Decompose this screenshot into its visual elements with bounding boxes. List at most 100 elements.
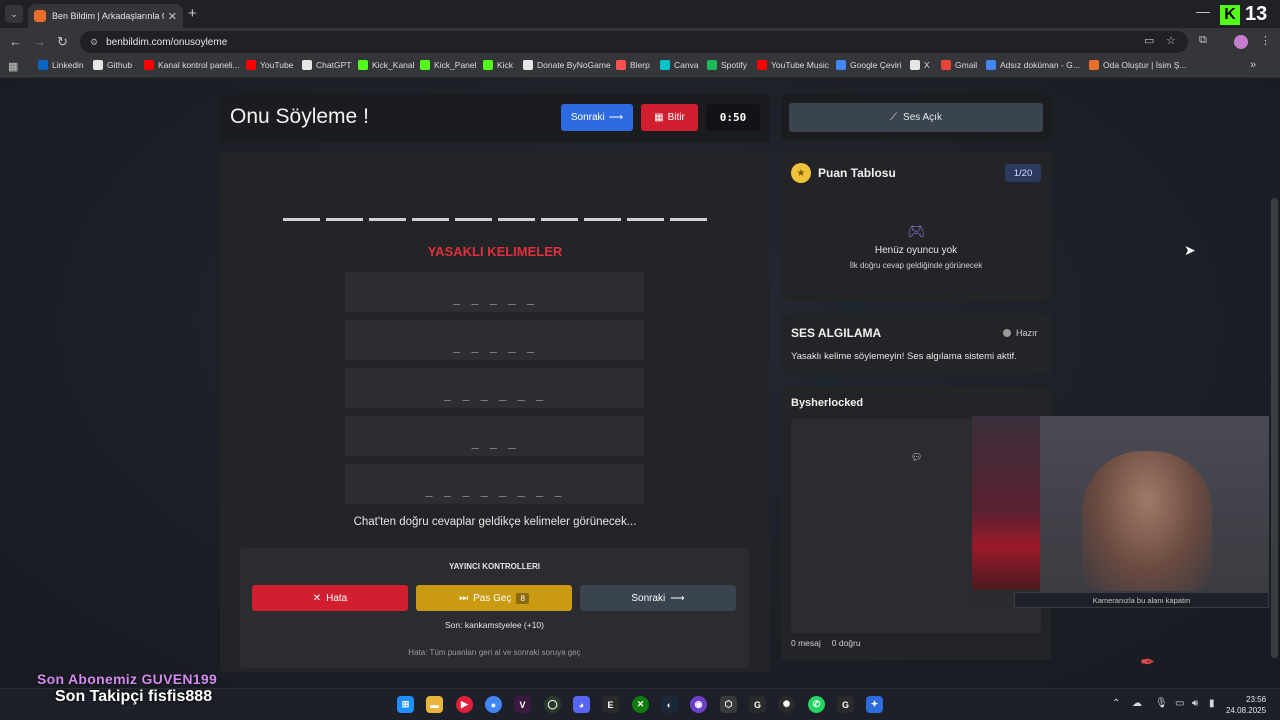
forbidden-word: _ _ _ _ _ bbox=[345, 320, 644, 360]
battery-icon[interactable]: ▮ bbox=[1209, 698, 1215, 709]
extensions-icon[interactable]: ⧉ bbox=[1199, 34, 1207, 47]
back-arrow-icon[interactable]: ← bbox=[9, 34, 22, 49]
bookmark-item[interactable]: Kick bbox=[483, 60, 513, 70]
bookmark-item[interactable]: X bbox=[910, 60, 930, 70]
chrome-icon[interactable]: ● bbox=[485, 696, 502, 713]
bookmark-label: YouTube Music bbox=[771, 60, 829, 70]
windows-start-icon[interactable]: ⊞ bbox=[397, 696, 414, 713]
kick-app-icon-2[interactable]: G bbox=[837, 696, 854, 713]
forbidden-word: _ _ _ bbox=[345, 416, 644, 456]
editor-icon[interactable]: V bbox=[514, 696, 531, 713]
browser-tab-active[interactable]: Ben Bildim | Arkadaşlarınla Onl ✕ bbox=[28, 4, 183, 28]
new-tab-icon[interactable]: + bbox=[188, 5, 197, 22]
bookmark-item[interactable]: Kick_Panel bbox=[420, 60, 477, 70]
bookmark-item[interactable]: YouTube bbox=[246, 60, 293, 70]
forward-arrow-icon[interactable]: → bbox=[33, 34, 46, 49]
bookmark-item[interactable]: Google Çeviri bbox=[836, 60, 902, 70]
kick-icon bbox=[358, 60, 368, 70]
bookmark-item[interactable]: Kanal kontrol paneli... bbox=[144, 60, 240, 70]
whatsapp-icon[interactable]: ✆ bbox=[808, 696, 825, 713]
tab-title: Ben Bildim | Arkadaşlarınla Onl bbox=[52, 11, 164, 21]
error-button[interactable]: ✕ Hata bbox=[252, 585, 408, 611]
taskbar-clock[interactable]: 23:56 24.08.2025 bbox=[1226, 694, 1266, 716]
window-minimize-icon[interactable]: — bbox=[1196, 3, 1210, 19]
last-answer: Son: kankamstyelee (+10) bbox=[445, 620, 544, 630]
controls-next-button[interactable]: Sonraki ⟶ bbox=[580, 585, 736, 611]
blerp-icon bbox=[616, 60, 626, 70]
kick-logo-icon: K bbox=[1220, 4, 1240, 25]
epic-games-icon[interactable]: E bbox=[602, 696, 619, 713]
github-desktop-icon[interactable]: ◉ bbox=[690, 696, 707, 713]
bookmark-item[interactable]: Canva bbox=[660, 60, 699, 70]
skip-icon: ⏭ bbox=[459, 592, 469, 604]
voice-description: Yasaklı kelime söylemeyin! Ses algılama … bbox=[791, 351, 1017, 362]
voice-detection-card: SES ALGILAMA Hazır Yasaklı kelime söylem… bbox=[781, 314, 1051, 374]
game-header: Onu Söyleme ! Sonraki ⟶ ▦ Bitir 0:50 bbox=[220, 94, 770, 142]
media-player-icon[interactable]: ▶ bbox=[456, 696, 473, 713]
kick-app-icon[interactable]: G bbox=[749, 696, 766, 713]
browser-menu-icon[interactable]: ⋮ bbox=[1260, 34, 1271, 47]
reload-icon[interactable]: ↻ bbox=[57, 34, 68, 50]
apps-grid-icon[interactable]: ▦ bbox=[8, 60, 18, 73]
end-button[interactable]: ▦ Bitir bbox=[641, 104, 698, 131]
bynogame-icon bbox=[523, 60, 533, 70]
sound-toggle-button[interactable]: ⟋ Ses Açık bbox=[789, 103, 1043, 132]
bookmark-star-icon[interactable]: ☆ bbox=[1166, 34, 1176, 47]
cube-app-icon[interactable]: ⬡ bbox=[720, 696, 737, 713]
chat-hint: Chat'ten doğru cevaplar geldikçe kelimel… bbox=[353, 516, 637, 528]
close-icon: ✕ bbox=[312, 592, 322, 604]
file-explorer-icon[interactable]: ▬ bbox=[426, 696, 443, 713]
microphone-icon[interactable]: 🎙︎ bbox=[1155, 698, 1168, 709]
volume-icon[interactable]: 🔊︎ bbox=[1192, 698, 1198, 709]
network-icon[interactable]: ▭ bbox=[1175, 698, 1184, 709]
bookmark-label: YouTube bbox=[260, 60, 294, 70]
bookmark-item[interactable]: Linkedin bbox=[38, 60, 84, 70]
sound-card: ⟋ Ses Açık bbox=[781, 94, 1051, 140]
tab-close-icon[interactable]: ✕ bbox=[168, 10, 177, 23]
tab-search-icon[interactable]: ⌄ bbox=[5, 5, 23, 23]
game-card: YASAKLI KELIMELER _ _ _ _ _ _ _ _ _ _ _ … bbox=[220, 152, 770, 672]
feather-logo-icon: ✒ bbox=[1140, 652, 1156, 672]
message-count: 0 mesaj bbox=[791, 638, 821, 648]
pass-count-badge: 8 bbox=[516, 592, 529, 604]
steam-icon[interactable]: ◐ bbox=[661, 696, 678, 713]
voice-detection-title: SES ALGILAMA bbox=[791, 326, 882, 340]
bookmark-label: Github bbox=[107, 60, 133, 70]
bookmark-item[interactable]: Kick_Kanal bbox=[358, 60, 415, 70]
bookmark-item[interactable]: Github bbox=[93, 60, 132, 70]
site-info-icon[interactable]: ⚙ bbox=[90, 37, 98, 48]
scoreboard-empty-title: Henüz oyuncu yok bbox=[874, 245, 958, 256]
discord-icon[interactable]: ◕ bbox=[573, 696, 590, 713]
gmail-icon bbox=[941, 60, 951, 70]
bookmark-item[interactable]: Adsız doküman - G... bbox=[986, 60, 1080, 70]
cloud-icon[interactable]: ☁ bbox=[1132, 698, 1142, 709]
error-button-label: Hata bbox=[326, 592, 348, 604]
page-title: Onu Söyleme ! bbox=[230, 105, 369, 128]
bookmark-item[interactable]: Donate ByNoGame bbox=[523, 60, 611, 70]
settings-app-icon[interactable]: ✦ bbox=[866, 696, 883, 713]
letter-slot bbox=[455, 218, 492, 221]
bookmark-label: Spotify bbox=[721, 60, 747, 70]
magic-wand-icon: ⟋ bbox=[890, 112, 898, 123]
url-field[interactable]: ⚙ benbildim.com/onusoyleme bbox=[80, 31, 1188, 53]
xbox-icon[interactable]: ✕ bbox=[632, 696, 649, 713]
cast-icon[interactable]: ▭ bbox=[1144, 34, 1154, 47]
bookmark-item[interactable]: Oda Oluştur | İsim Ş... bbox=[1089, 60, 1186, 70]
bookmark-item[interactable]: ChatGPT bbox=[302, 60, 351, 70]
chatgpt-app-icon[interactable]: ✺ bbox=[778, 696, 795, 713]
clock-date: 24.08.2025 bbox=[1226, 706, 1267, 715]
bookmark-label: Gmail bbox=[955, 60, 978, 70]
page-scrollbar[interactable] bbox=[1271, 198, 1278, 658]
bookmark-item[interactable]: YouTube Music bbox=[757, 60, 829, 70]
bookmark-label: Adsız doküman - G... bbox=[1000, 60, 1080, 70]
bookmark-item[interactable]: Blerp bbox=[616, 60, 650, 70]
pass-button[interactable]: ⏭ Pas Geç 8 bbox=[416, 585, 572, 611]
next-button[interactable]: Sonraki ⟶ bbox=[561, 104, 633, 131]
bookmarks-overflow-icon[interactable]: » bbox=[1250, 59, 1256, 71]
xbox-app-icon[interactable]: ◯ bbox=[544, 696, 561, 713]
profile-avatar[interactable] bbox=[1234, 35, 1248, 49]
end-button-label: Bitir bbox=[667, 112, 685, 123]
tray-overflow-icon[interactable]: ⌃ bbox=[1112, 698, 1120, 709]
bookmark-item[interactable]: Spotify bbox=[707, 60, 747, 70]
bookmark-item[interactable]: Gmail bbox=[941, 60, 977, 70]
